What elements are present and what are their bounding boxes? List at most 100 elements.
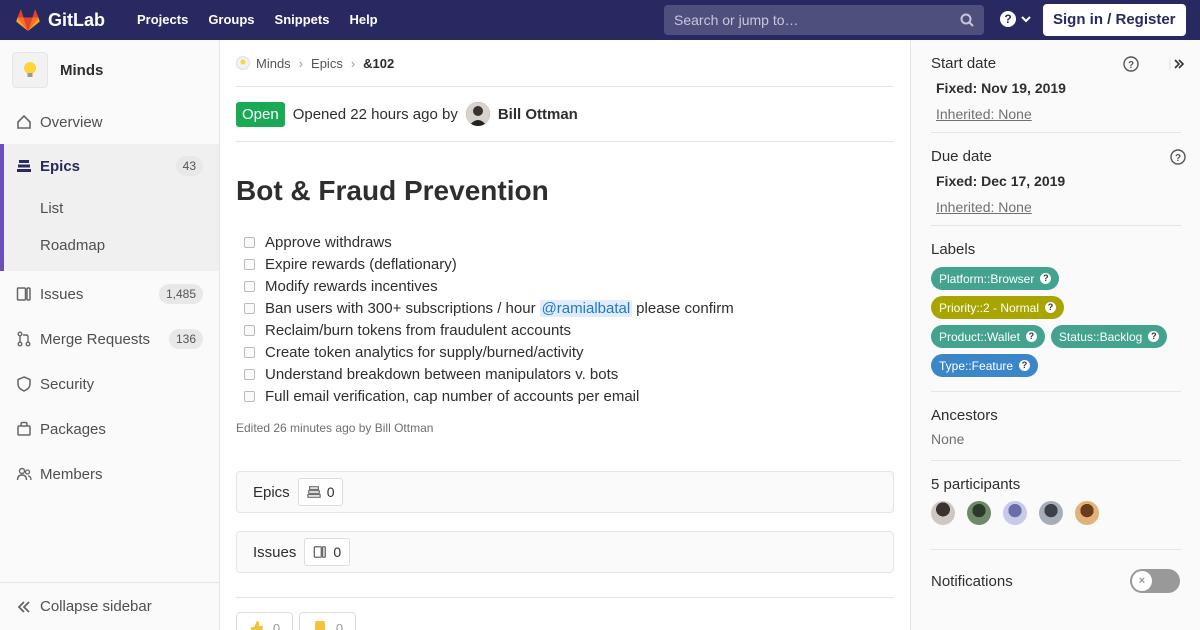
labels-title: Labels [931, 241, 976, 258]
task-checkbox[interactable] [244, 236, 255, 248]
label-text: Type::Feature [939, 358, 1014, 373]
author-name[interactable]: Bill Ottman [498, 106, 578, 123]
task-checkbox[interactable] [244, 346, 255, 358]
participant-avatar[interactable] [1039, 501, 1063, 525]
fixed-value: Nov 19, 2019 [981, 80, 1066, 96]
task-checkbox[interactable] [244, 258, 255, 270]
merge-request-icon [16, 331, 32, 347]
sidebar-item-overview[interactable]: Overview [0, 100, 219, 144]
breadcrumb-epics[interactable]: Epics [311, 56, 343, 71]
divider [931, 460, 1181, 461]
labels-block: Labels Platform::Browser? Priority::2 - … [931, 241, 1181, 380]
right-sidebar: Start date ? Fixed: Nov 19, 2019 Inherit… [910, 40, 1200, 630]
thumbs-down-award-button[interactable]: 0 [299, 612, 356, 630]
question-icon: ? [1025, 331, 1037, 342]
breadcrumb: Minds › Epics › &102 [236, 40, 894, 87]
task-item: Reclaim/burn tokens from fraudulent acco… [236, 319, 894, 341]
notifications-toggle[interactable]: × [1130, 569, 1180, 593]
label-pill[interactable]: Type::Feature? [931, 354, 1039, 377]
epics-count-box: 0 [297, 478, 344, 506]
sidebar-item-members[interactable]: Members [0, 452, 219, 496]
help-dropdown[interactable]: ? [999, 10, 1032, 28]
thumbs-up-count: 0 [272, 620, 281, 630]
task-list: Approve withdraws Expire rewards (deflat… [236, 231, 894, 407]
divider [931, 391, 1181, 392]
participant-avatar[interactable] [967, 501, 991, 525]
divider [931, 225, 1181, 226]
start-date-fixed[interactable]: Fixed: Nov 19, 2019 [936, 80, 1181, 96]
task-checkbox[interactable] [244, 390, 255, 402]
page-title: Bot & Fraud Prevention [236, 175, 549, 206]
task-text: Reclaim/burn tokens from fraudulent acco… [265, 321, 571, 339]
participant-avatar[interactable] [1075, 501, 1099, 525]
nav-help[interactable]: Help [339, 0, 387, 40]
related-issues-panel: Issues 0 [236, 531, 894, 573]
sidebar-item-merge-requests[interactable]: Merge Requests 136 [0, 317, 219, 361]
sidebar-item-packages[interactable]: Packages [0, 407, 219, 451]
sidebar-item-issues[interactable]: Issues 1,485 [0, 272, 219, 316]
task-checkbox[interactable] [244, 280, 255, 292]
sidebar-subitem-roadmap[interactable]: Roadmap [40, 237, 105, 254]
nav-projects[interactable]: Projects [127, 0, 198, 40]
ancestors-title: Ancestors [931, 407, 998, 424]
label-pill[interactable]: Status::Backlog? [1050, 325, 1168, 348]
due-date-inherited[interactable]: Inherited: None [936, 199, 1181, 215]
question-icon: ? [1045, 302, 1057, 313]
label-pill[interactable]: Platform::Browser? [931, 267, 1060, 290]
search-icon [960, 13, 974, 27]
label-text: Priority::2 - Normal [939, 300, 1040, 315]
divider [931, 549, 1181, 550]
label-pill[interactable]: Product::Wallet? [931, 325, 1045, 348]
chevron-right-icon: › [350, 55, 356, 71]
breadcrumb-epic-ref[interactable]: &102 [363, 56, 394, 71]
sidebar-item-label: Overview [40, 113, 103, 131]
search-input[interactable] [674, 12, 960, 28]
inherited-value: None [998, 199, 1032, 215]
participant-avatar[interactable] [1003, 501, 1027, 525]
issues-icon [16, 286, 32, 302]
task-checkbox[interactable] [244, 368, 255, 380]
question-circle-icon[interactable]: ? [1170, 149, 1186, 165]
award-emoji-bar: 0 0 [236, 597, 894, 630]
task-checkbox[interactable] [244, 324, 255, 336]
related-issues-label: Issues [253, 543, 297, 561]
sign-in-button[interactable]: Sign in / Register [1043, 4, 1186, 36]
task-item: Full email verification, cap number of a… [236, 385, 894, 407]
gitlab-logo[interactable]: GitLab [16, 0, 105, 40]
question-icon: ? [1040, 273, 1052, 284]
group-header[interactable]: Minds [0, 40, 219, 100]
nav-snippets[interactable]: Snippets [265, 0, 340, 40]
sidebar-item-security[interactable]: Security [0, 362, 219, 406]
question-circle-icon[interactable]: ? [1123, 56, 1139, 72]
lightbulb-icon [24, 62, 36, 77]
related-epics-panel: Epics 0 [236, 471, 894, 513]
task-checkbox[interactable] [244, 302, 255, 314]
label-text: Product::Wallet [939, 329, 1020, 344]
task-item: Create token analytics for supply/burned… [236, 341, 894, 363]
breadcrumb-group[interactable]: Minds [256, 56, 291, 71]
sidebar-item-epics[interactable]: Epics 43 [0, 144, 219, 188]
sidebar-item-label: Merge Requests [40, 330, 151, 348]
author-avatar[interactable] [465, 102, 490, 126]
due-date-block: Due date ? Fixed: Dec 17, 2019 Inherited… [931, 148, 1186, 215]
thumbs-up-award-button[interactable]: 0 [236, 612, 293, 630]
sidebar-subitem-list[interactable]: List [40, 200, 63, 217]
start-date-inherited[interactable]: Inherited: None [936, 106, 1181, 122]
collapse-sidebar-button[interactable]: Collapse sidebar [0, 582, 219, 630]
start-date-title: Start date [931, 55, 997, 72]
due-date-title: Due date [931, 148, 992, 165]
nav-groups[interactable]: Groups [198, 0, 264, 40]
task-item: Modify rewards incentives [236, 275, 894, 297]
participants-title: 5 participants [931, 476, 1021, 493]
chevron-right-icon: › [298, 55, 304, 71]
label-pill[interactable]: Priority::2 - Normal? [931, 296, 1065, 319]
participant-avatar[interactable] [931, 501, 955, 525]
package-icon [16, 421, 32, 437]
task-text: Expire rewards (deflationary) [265, 255, 457, 273]
search-box[interactable] [664, 5, 984, 35]
epic-icon [306, 486, 321, 498]
sidebar-item-label: Issues [40, 285, 84, 303]
due-date-fixed[interactable]: Fixed: Dec 17, 2019 [936, 173, 1181, 189]
brand-name: GitLab [48, 9, 105, 30]
user-mention[interactable]: @ramialbatal [539, 299, 633, 317]
